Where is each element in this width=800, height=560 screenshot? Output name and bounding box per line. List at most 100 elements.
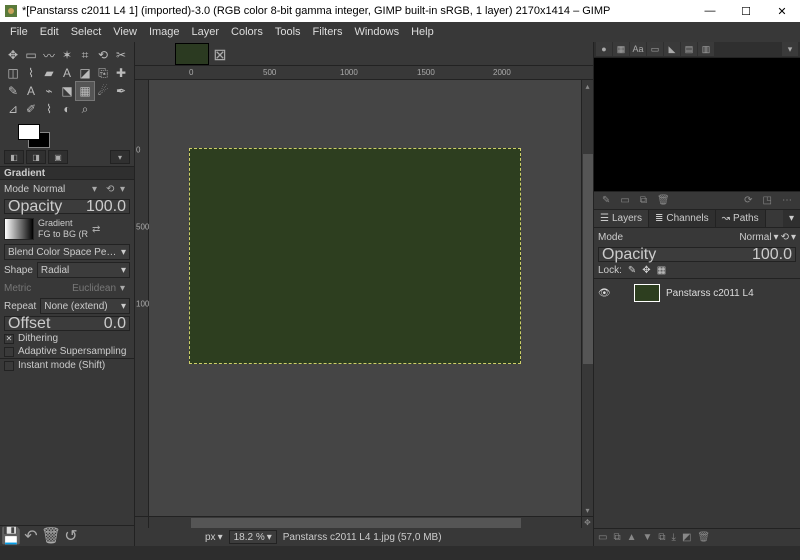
merge-down-icon[interactable]: ⤓: [672, 532, 676, 543]
opacity-slider[interactable]: Opacity 100.0: [4, 199, 130, 214]
menu-edit[interactable]: Edit: [34, 22, 65, 42]
scrollbar-horizontal[interactable]: [149, 517, 581, 528]
menu-view[interactable]: View: [107, 22, 143, 42]
lower-layer-icon[interactable]: ▼: [643, 532, 653, 543]
tool-text-icon[interactable]: A: [58, 64, 76, 82]
tool-scissors-icon[interactable]: ✂: [112, 46, 130, 64]
tool-fuzzy-select-icon[interactable]: ✶: [58, 46, 76, 64]
scrollbar-vertical[interactable]: ▴ ▾: [581, 80, 593, 516]
tool-move-icon[interactable]: ✥: [4, 46, 22, 64]
tool-bucket-icon[interactable]: ▰: [40, 64, 58, 82]
tab-device-icon[interactable]: ◨: [26, 150, 46, 164]
menu-colors[interactable]: Colors: [225, 22, 269, 42]
gradient-reverse-icon[interactable]: ⇄: [92, 224, 102, 235]
save-preset-icon[interactable]: 💾: [4, 529, 18, 543]
delete-layer-icon[interactable]: 🗑: [697, 532, 710, 543]
menu-select[interactable]: Select: [65, 22, 108, 42]
layer-row[interactable]: 👁 Panstarss c2011 L4: [594, 279, 800, 307]
refresh-icon[interactable]: ⟳: [744, 195, 752, 206]
menu-help[interactable]: Help: [405, 22, 440, 42]
tab-image-icon[interactable]: ▣: [48, 150, 68, 164]
color-swatches[interactable]: [0, 120, 134, 150]
switch-icon[interactable]: ⟲: [781, 232, 789, 243]
tool-rotate-icon[interactable]: ⟲: [94, 46, 112, 64]
tool-dodge-icon[interactable]: ◐: [58, 100, 76, 118]
menu-windows[interactable]: Windows: [348, 22, 405, 42]
tool-warp-icon[interactable]: ⌇: [22, 64, 40, 82]
repeat-dropdown[interactable]: None (extend)▾: [40, 298, 130, 314]
menu-tools[interactable]: Tools: [269, 22, 307, 42]
layers-tab[interactable]: ☰Layers: [594, 210, 649, 227]
window-close-button[interactable]: ✕: [764, 0, 800, 22]
menu-filters[interactable]: Filters: [307, 22, 349, 42]
tool-rect-select-icon[interactable]: ▭: [22, 46, 40, 64]
menu-icon[interactable]: ⋯: [782, 195, 792, 206]
tab-menu-icon[interactable]: ▾: [782, 42, 798, 56]
zoom-dropdown[interactable]: 18.2 %▾: [229, 530, 277, 544]
duplicate-icon[interactable]: ⧉: [640, 195, 647, 206]
raise-layer-icon[interactable]: ▲: [627, 532, 637, 543]
scrollbar-thumb[interactable]: [583, 154, 593, 364]
shape-dropdown[interactable]: Radial▾: [37, 262, 130, 278]
tab-tool-options-icon[interactable]: ◧: [4, 150, 24, 164]
edit-icon[interactable]: ✎: [602, 195, 610, 206]
tool-eraser-icon[interactable]: ◪: [76, 64, 94, 82]
tool-transform-icon[interactable]: ◫: [4, 64, 22, 82]
reverse-icon[interactable]: ⟲: [106, 184, 116, 195]
layer-name[interactable]: Panstarss c2011 L4: [666, 288, 754, 299]
tool-smudge-icon[interactable]: ☄: [94, 82, 112, 100]
lock-alpha-icon[interactable]: ▦: [657, 265, 666, 276]
paths-tab[interactable]: ↝Paths: [716, 210, 766, 227]
tool-path-icon[interactable]: ⌁: [40, 82, 58, 100]
ruler-horizontal[interactable]: 0 500 1000 1500 2000: [135, 66, 593, 80]
tool-text2-icon[interactable]: A: [22, 82, 40, 100]
tool-ink-icon[interactable]: ✒: [112, 82, 130, 100]
fonts-tab-icon[interactable]: Aa: [630, 42, 646, 56]
scrollbar-thumb[interactable]: [191, 518, 521, 528]
fg-color-swatch[interactable]: [18, 124, 40, 140]
nav-corner-icon[interactable]: ✥: [581, 517, 593, 528]
channels-tab[interactable]: ≣Channels: [649, 210, 716, 227]
patterns-tab-icon[interactable]: ▦: [613, 42, 629, 56]
brushes-tab-icon[interactable]: ●: [596, 42, 612, 56]
canvas-viewport[interactable]: [149, 80, 581, 516]
menu-layer[interactable]: Layer: [186, 22, 226, 42]
visibility-icon[interactable]: 👁: [598, 288, 612, 299]
ruler-vertical[interactable]: 0 500 1000: [135, 80, 149, 516]
gradients-tab-icon[interactable]: ▤: [681, 42, 697, 56]
histogram-tab-icon[interactable]: ◣: [664, 42, 680, 56]
mask-icon[interactable]: ◩: [682, 532, 691, 543]
tool-pencil-icon[interactable]: ✐: [22, 100, 40, 118]
tool-free-select-icon[interactable]: 〰: [40, 46, 58, 64]
tool-measure-icon[interactable]: ⊿: [4, 100, 22, 118]
preview-panel[interactable]: [594, 58, 800, 192]
tool-heal-icon[interactable]: ✚: [112, 64, 130, 82]
layer-thumbnail[interactable]: [634, 284, 660, 302]
lock-position-icon[interactable]: ✥: [642, 265, 650, 276]
canvas-image[interactable]: [189, 148, 521, 364]
offset-slider[interactable]: Offset 0.0: [4, 316, 130, 331]
reset-icon[interactable]: ↺: [64, 529, 78, 543]
tab-menu-icon[interactable]: ▾: [783, 210, 800, 227]
menu-image[interactable]: Image: [143, 22, 186, 42]
tab-menu-icon[interactable]: ▾: [110, 150, 130, 164]
duplicate-layer-icon[interactable]: ⧉: [658, 532, 665, 543]
tool-color-picker-icon[interactable]: ✎: [4, 82, 22, 100]
gradient-preview[interactable]: [4, 218, 34, 240]
lock-pixels-icon[interactable]: ✎: [628, 265, 636, 276]
tool-shear-icon[interactable]: ⬔: [58, 82, 76, 100]
open-as-image-icon[interactable]: ◳: [763, 195, 772, 206]
tool-airbrush-icon[interactable]: ⌇: [40, 100, 58, 118]
layer-opacity-slider[interactable]: Opacity 100.0: [598, 247, 796, 262]
chevron-down-icon[interactable]: ▾: [92, 184, 102, 195]
palettes-tab-icon[interactable]: ▥: [698, 42, 714, 56]
new-layer-icon[interactable]: ▭: [598, 532, 607, 543]
new-icon[interactable]: ▭: [620, 195, 629, 206]
window-maximize-button[interactable]: ☐: [728, 0, 764, 22]
window-minimize-button[interactable]: —: [692, 0, 728, 22]
restore-icon[interactable]: ↶: [24, 529, 38, 543]
tool-clone-icon[interactable]: ⎘: [94, 64, 112, 82]
blend-space-dropdown[interactable]: Blend Color Space Pe…▾: [4, 244, 130, 260]
scroll-down-icon[interactable]: ▾: [582, 504, 593, 516]
window-resize-bar[interactable]: [0, 546, 800, 560]
